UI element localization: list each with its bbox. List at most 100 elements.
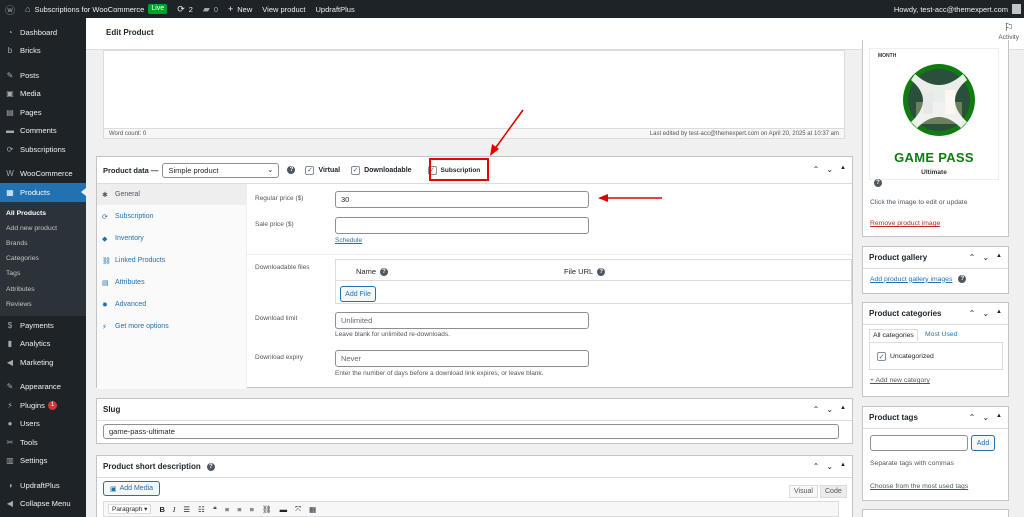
sidebar-item-subscriptions[interactable]: ⟳ Subscriptions [0, 140, 86, 159]
tab-inventory[interactable]: ◆ Inventory [97, 228, 246, 250]
chevron-up-icon[interactable]: ⌃ [813, 405, 820, 414]
sidebar-item-posts[interactable]: ✎ Posts [0, 66, 86, 85]
link-icon[interactable]: ⛓ [262, 505, 272, 514]
description-editor[interactable]: Word count: 0 Last edited by test-acc@th… [103, 50, 845, 139]
add-file-button[interactable]: Add File [340, 286, 376, 302]
chevron-down-icon[interactable]: ⌄ [826, 405, 833, 414]
help-icon[interactable]: ? [287, 166, 296, 174]
submenu-item-add-new-product[interactable]: Add new product [0, 221, 86, 236]
tab-linked-products[interactable]: ⛓ Linked Products [97, 250, 246, 272]
chevron-up-icon[interactable]: ⌃ [813, 462, 820, 471]
fullscreen-icon[interactable]: ⤧ [295, 504, 301, 514]
chevron-down-icon[interactable]: ⌄ [982, 309, 989, 318]
align-center-icon[interactable]: ≡ [237, 505, 241, 514]
sidebar-item-bricks[interactable]: b Bricks [0, 42, 86, 61]
downloadable-option[interactable]: ✓ Downloadable [351, 165, 412, 175]
sidebar-item-comments[interactable]: ▬ Comments [0, 122, 86, 141]
sidebar-item-users[interactable]: ● Users [0, 414, 86, 433]
tab-code[interactable]: Code [820, 485, 847, 498]
virtual-checkbox[interactable]: ✓ [305, 165, 315, 175]
paragraph-select[interactable]: Paragraph ▾ [108, 504, 152, 514]
submenu-item-attributes[interactable]: Attributes [0, 281, 86, 296]
chevron-down-icon[interactable]: ⌄ [982, 413, 989, 422]
slug-input[interactable]: game-pass-ultimate [103, 424, 839, 439]
site-name-link[interactable]: ⌂ Subscriptions for WooCommerce Live [20, 0, 172, 18]
sidebar-item-collapse-menu[interactable]: ◀ Collapse Menu [0, 494, 86, 513]
wordpress-logo-icon[interactable]: ⓦ [0, 0, 20, 18]
help-icon[interactable]: ? [874, 179, 882, 187]
sidebar-item-dashboard[interactable]: ◔ Dashboard [0, 23, 86, 42]
submenu-item-all-products[interactable]: All Products [0, 206, 86, 221]
help-icon[interactable]: ? [206, 462, 215, 471]
virtual-option[interactable]: ✓ Virtual [305, 165, 340, 175]
sidebar-item-settings[interactable]: ▥ Settings [0, 451, 86, 470]
remove-image-link[interactable]: Remove product image [870, 220, 940, 227]
regular-price-input[interactable]: 30 [335, 191, 589, 208]
submenu-item-categories[interactable]: Categories [0, 251, 86, 266]
sidebar-item-pages[interactable]: ▤ Pages [0, 103, 86, 122]
tab-most-used[interactable]: Most Used [925, 331, 957, 338]
toolbar-toggle-icon[interactable]: ▦ [309, 505, 316, 514]
product-type-select[interactable]: Simple product ⌄ [162, 162, 280, 178]
updraftplus-link[interactable]: UpdraftPlus [311, 0, 360, 18]
view-product-link[interactable]: View product [257, 0, 310, 18]
sidebar-item-analytics[interactable]: ▮ Analytics [0, 334, 86, 353]
activity-button[interactable]: ⚐ Activity [998, 22, 1019, 41]
chevron-up-icon[interactable]: ⌃ [969, 413, 976, 422]
comments-link[interactable]: ▰ 0 [198, 0, 223, 18]
help-icon[interactable]: ? [958, 275, 967, 283]
bullet-list-icon[interactable]: ☰ [183, 505, 190, 514]
download-expiry-input[interactable]: Never [335, 350, 589, 367]
align-right-icon[interactable]: ≡ [250, 505, 254, 514]
tab-subscription[interactable]: ⟳ Subscription [97, 206, 246, 228]
chevron-up-icon[interactable]: ⌃ [813, 165, 820, 174]
toggle-icon[interactable]: ▲ [840, 165, 846, 174]
choose-most-used-tags-link[interactable]: Choose from the most used tags [870, 483, 968, 490]
new-content-link[interactable]: + New [223, 0, 257, 18]
help-icon[interactable]: ? [380, 267, 389, 276]
tab-all-categories[interactable]: All categories [869, 329, 918, 341]
download-limit-input[interactable]: Unlimited [335, 312, 589, 329]
chevron-up-icon[interactable]: ⌃ [969, 253, 976, 262]
toggle-icon[interactable]: ▲ [840, 405, 846, 414]
downloadable-checkbox[interactable]: ✓ [351, 165, 361, 175]
submenu-item-brands[interactable]: Brands [0, 236, 86, 251]
tag-input[interactable] [870, 435, 968, 451]
sale-price-input[interactable] [335, 217, 589, 234]
add-media-button[interactable]: ▣ Add Media [103, 481, 160, 496]
italic-icon[interactable]: I [173, 505, 176, 514]
category-item[interactable]: ✓ Uncategorized [877, 352, 934, 361]
tab-general[interactable]: ✱ General [97, 184, 246, 206]
account-menu[interactable]: Howdy, test-acc@themexpert.com [894, 0, 1021, 18]
sidebar-item-media[interactable]: ▣ Media [0, 85, 86, 104]
toggle-icon[interactable]: ▲ [996, 253, 1002, 262]
sidebar-item-marketing[interactable]: ◀ Marketing [0, 353, 86, 372]
align-left-icon[interactable]: ≡ [225, 505, 229, 514]
chevron-up-icon[interactable]: ⌃ [969, 309, 976, 318]
bold-icon[interactable]: B [159, 505, 164, 514]
sidebar-item-tools[interactable]: ✂ Tools [0, 433, 86, 452]
submenu-item-reviews[interactable]: Reviews [0, 297, 86, 312]
sidebar-item-updraftplus[interactable]: ◑ UpdraftPlus [0, 476, 86, 495]
more-icon[interactable]: ▬ [280, 505, 288, 514]
submenu-item-tags[interactable]: Tags [0, 266, 86, 281]
category-checkbox[interactable]: ✓ [877, 352, 886, 361]
chevron-down-icon[interactable]: ⌄ [826, 462, 833, 471]
tab-attributes[interactable]: ▤ Attributes [97, 272, 246, 294]
help-icon[interactable]: ? [597, 267, 606, 276]
sidebar-item-woocommerce[interactable]: W WooCommerce [0, 165, 86, 184]
sidebar-item-payments[interactable]: $ Payments [0, 316, 86, 335]
product-image[interactable]: MONTH GAME PASS Ultimate [869, 48, 999, 180]
blockquote-icon[interactable]: ❝ [213, 505, 217, 514]
schedule-link[interactable]: Schedule [335, 237, 362, 244]
chevron-down-icon[interactable]: ⌄ [826, 165, 833, 174]
toggle-icon[interactable]: ▲ [840, 462, 846, 471]
numbered-list-icon[interactable]: ☷ [198, 505, 205, 514]
sidebar-item-appearance[interactable]: ✎ Appearance [0, 377, 86, 396]
add-gallery-images-link[interactable]: Add product gallery images? [870, 275, 967, 283]
toggle-icon[interactable]: ▲ [996, 413, 1002, 422]
tab-advanced[interactable]: ✹ Advanced [97, 294, 246, 316]
tab-get-more-options[interactable]: ⚡ Get more options [97, 316, 246, 338]
sidebar-item-plugins[interactable]: ⚡ Plugins 1 [0, 396, 86, 415]
tab-visual[interactable]: Visual [789, 485, 818, 498]
